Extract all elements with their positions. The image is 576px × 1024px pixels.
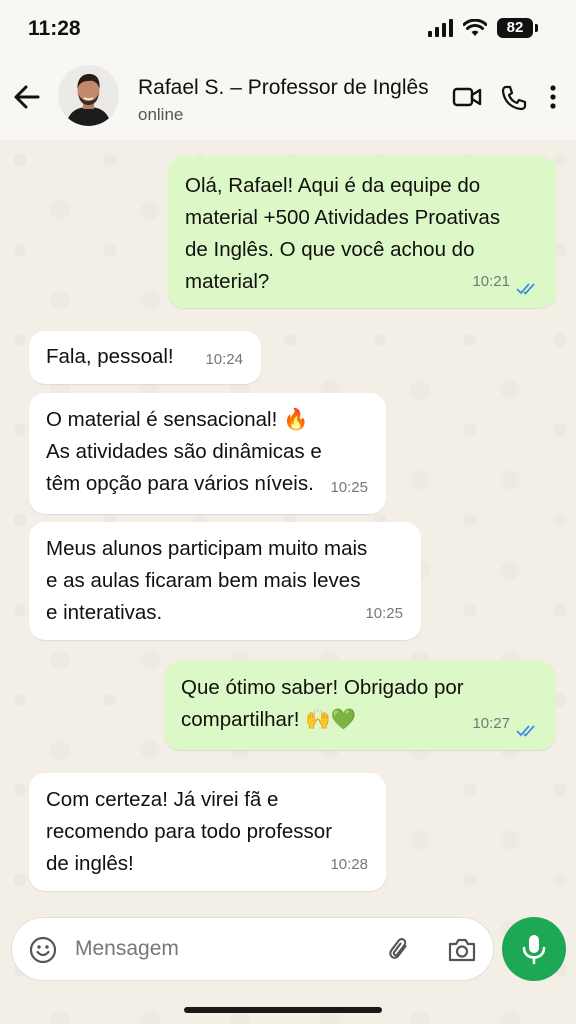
read-receipt-icon — [516, 283, 535, 295]
attach-icon[interactable] — [386, 936, 414, 964]
message-time: 10:21 — [472, 273, 510, 290]
avatar[interactable] — [58, 65, 119, 126]
message-bubble-incoming[interactable]: O material é sensacional! 🔥 As atividade… — [29, 393, 386, 514]
contact-status: online — [138, 105, 184, 124]
message-text: Meus alunos participam muito mais e as a… — [46, 537, 368, 624]
status-icons: 82 — [428, 18, 538, 38]
read-receipt-icon — [516, 725, 535, 737]
mic-button[interactable] — [502, 917, 566, 981]
message-bubble-incoming[interactable]: Com certeza! Já virei fã e recomendo par… — [29, 773, 386, 891]
mic-icon — [522, 935, 546, 965]
chat-header: Rafael S. – Professor de Inglês online — [0, 60, 576, 140]
video-call-icon[interactable] — [452, 84, 482, 110]
message-time: 10:28 — [330, 856, 368, 873]
message-time: 10:24 — [205, 351, 243, 368]
message-bubble-incoming[interactable]: Meus alunos participam muito mais e as a… — [29, 522, 421, 640]
message-text: O material é sensacional! 🔥 As atividade… — [46, 408, 322, 495]
home-indicator[interactable] — [184, 1007, 382, 1013]
cellular-signal-icon — [428, 19, 453, 37]
contact-name[interactable]: Rafael S. – Professor de Inglês — [138, 76, 429, 100]
message-bubble-outgoing[interactable]: Olá, Rafael! Aqui é da equipe do materia… — [168, 156, 556, 308]
more-options-icon[interactable] — [546, 84, 560, 112]
message-text: Com certeza! Já virei fã e recomendo par… — [46, 788, 333, 875]
status-time: 11:28 — [28, 17, 81, 40]
wifi-icon — [463, 19, 487, 36]
message-time: 10:25 — [330, 479, 368, 496]
message-input[interactable]: Mensagem — [75, 937, 179, 961]
camera-icon[interactable] — [447, 936, 477, 964]
battery-indicator: 82 — [497, 18, 533, 38]
message-bubble-outgoing[interactable]: Que ótimo saber! Obrigado por compartilh… — [164, 661, 556, 750]
message-time: 10:27 — [472, 715, 510, 732]
battery-tip — [535, 24, 538, 32]
status-bar: 11:28 82 — [0, 0, 576, 60]
message-composer[interactable]: Mensagem — [11, 917, 494, 981]
phone-icon[interactable] — [500, 84, 528, 112]
back-arrow-icon[interactable] — [12, 82, 42, 112]
message-bubble-incoming[interactable]: Fala, pessoal! 10:24 — [29, 331, 261, 384]
message-time: 10:25 — [365, 605, 403, 622]
emoji-icon[interactable] — [29, 936, 57, 964]
